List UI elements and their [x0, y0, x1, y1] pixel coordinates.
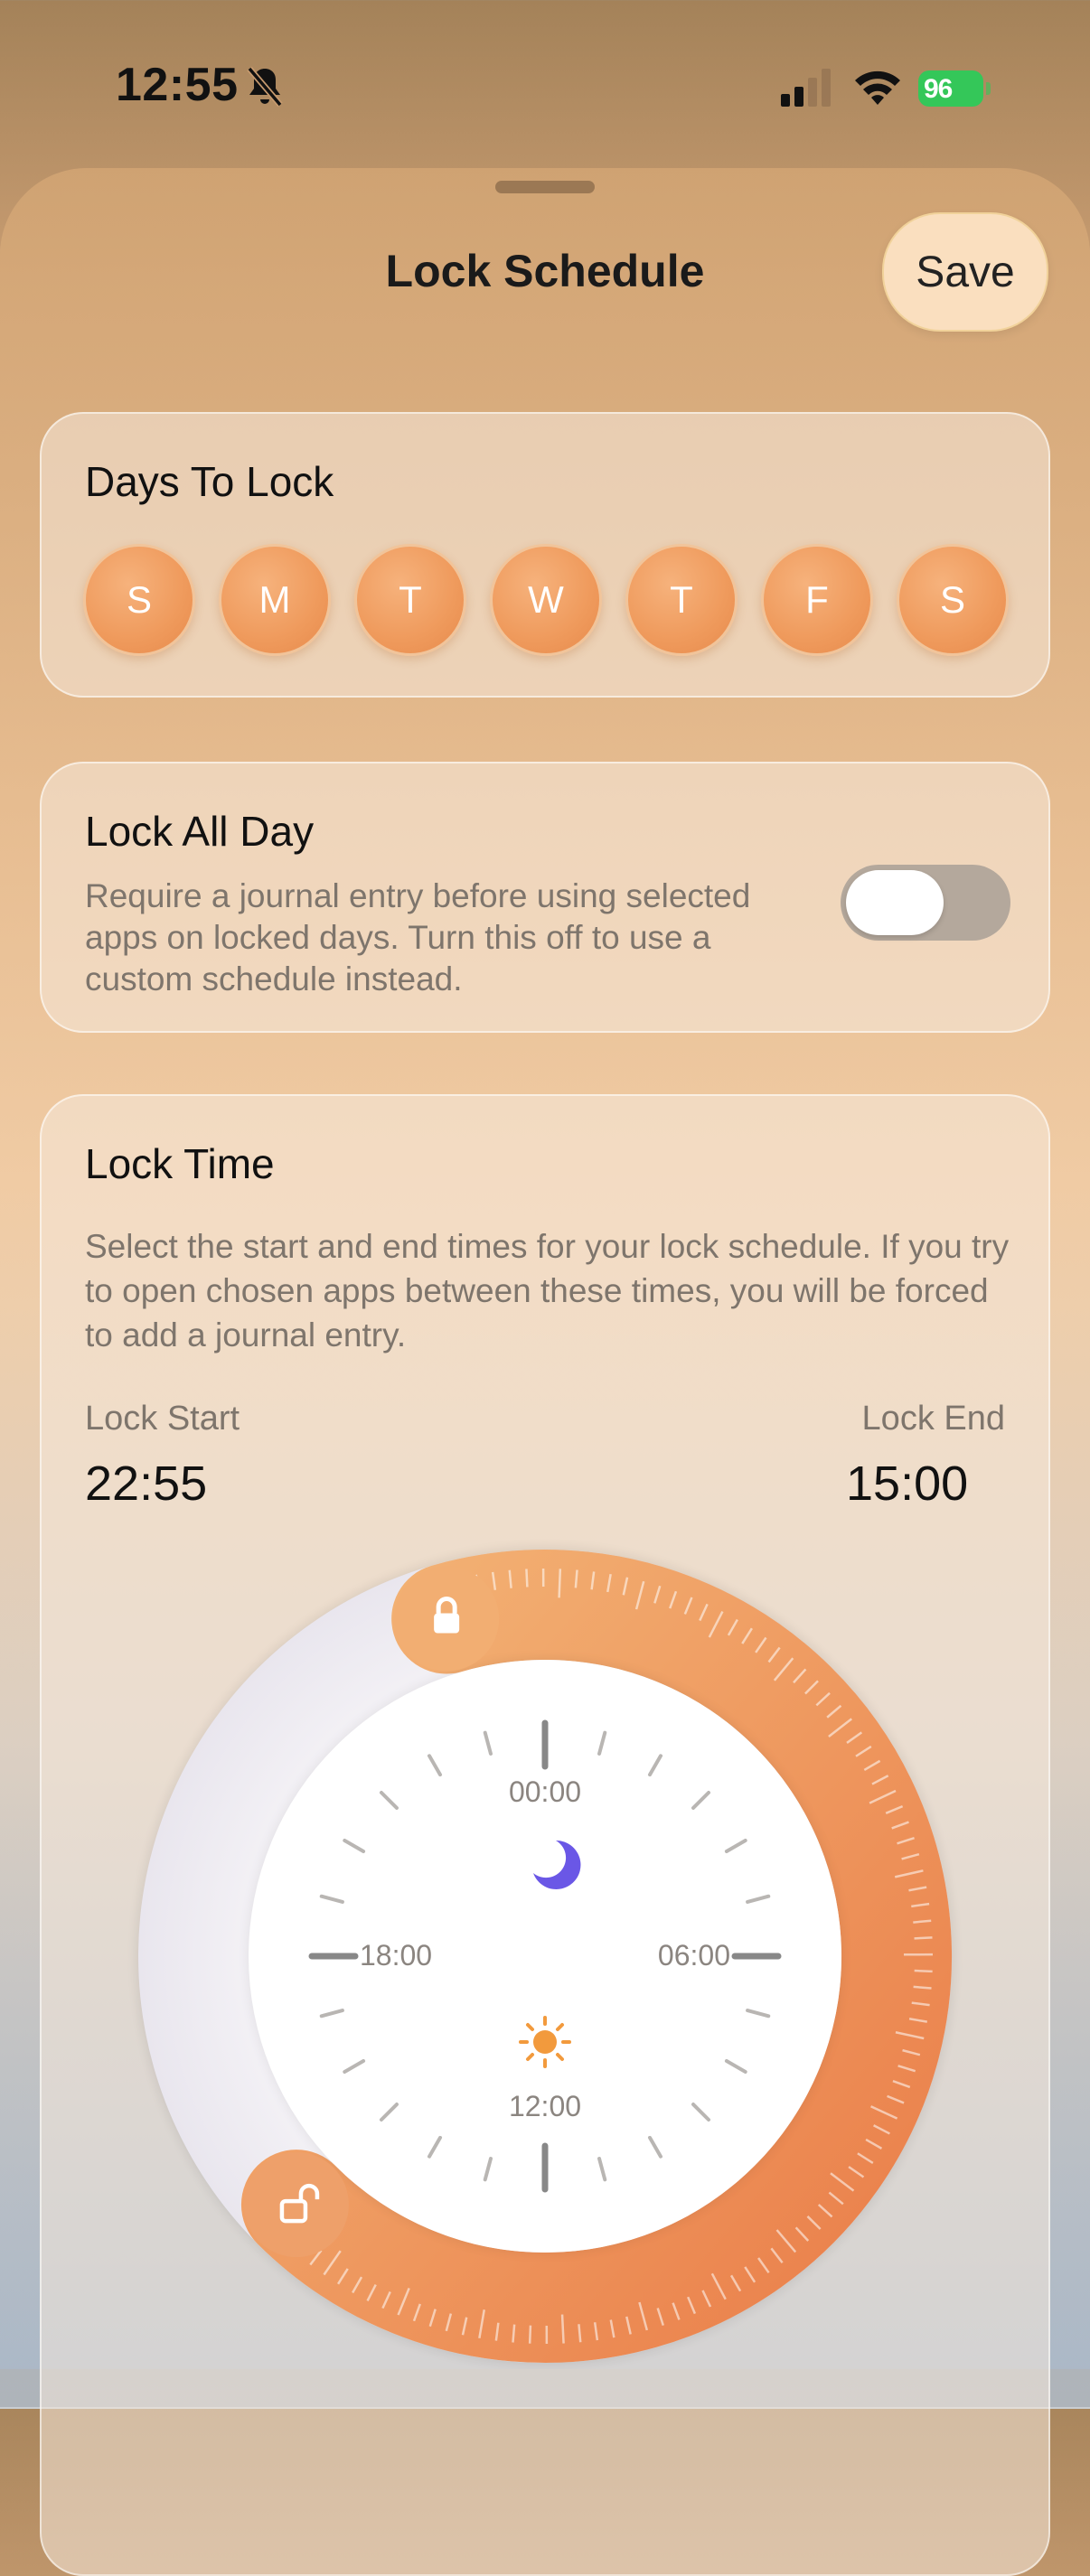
- lock-start-handle[interactable]: [394, 1567, 499, 1672]
- wifi-icon: [853, 65, 902, 105]
- lock-end-handle[interactable]: [244, 2152, 349, 2257]
- arc-tick: [576, 1569, 578, 1588]
- lock-time-description: Select the start and end times for your …: [85, 1224, 1025, 1357]
- day-toggle-saturday[interactable]: S: [897, 544, 1009, 656]
- status-time: 12:55: [116, 58, 239, 112]
- arc-tick: [914, 1987, 932, 1989]
- clock-label-12: 12:00: [509, 2090, 581, 2122]
- arc-tick: [526, 1569, 527, 1587]
- battery-indicator: 96: [918, 70, 991, 107]
- day-toggle-sunday[interactable]: S: [83, 544, 195, 656]
- clock-label-06: 06:00: [658, 1939, 730, 1972]
- cellular-signal-icon: [781, 69, 833, 107]
- sheet-grabber[interactable]: [495, 181, 595, 193]
- day-toggle-friday[interactable]: F: [761, 544, 873, 656]
- toggle-knob: [846, 870, 944, 935]
- save-button[interactable]: Save: [882, 212, 1048, 332]
- lock-all-day-card: Lock All Day Require a journal entry bef…: [40, 762, 1050, 1033]
- days-to-lock-card: Days To Lock S M T W T F S: [40, 412, 1050, 698]
- lock-all-day-description: Require a journal entry before using sel…: [85, 876, 826, 1000]
- lock-start-label: Lock Start: [85, 1400, 240, 1438]
- lock-all-day-toggle[interactable]: [841, 865, 1010, 941]
- arc-tick: [530, 2326, 531, 2344]
- sun-icon: [521, 2018, 569, 2066]
- lock-end-label: Lock End: [862, 1400, 1005, 1438]
- clock-label-00: 00:00: [509, 1775, 581, 1808]
- arc-tick: [915, 1971, 933, 1972]
- arc-tick: [512, 2325, 514, 2343]
- lock-start-value: 22:55: [85, 1456, 207, 1512]
- silent-bell-icon: [246, 65, 284, 108]
- day-toggle-tuesday[interactable]: T: [354, 544, 466, 656]
- day-selector: S M T W T F S: [83, 544, 1014, 656]
- arc-tick: [915, 1937, 933, 1938]
- arc-tick: [559, 1569, 560, 1597]
- battery-percent: 96: [924, 74, 952, 105]
- status-bar: 12:55 96: [0, 0, 1090, 172]
- lock-time-title: Lock Time: [85, 1139, 275, 1188]
- day-toggle-thursday[interactable]: T: [625, 544, 738, 656]
- day-toggle-monday[interactable]: M: [219, 544, 331, 656]
- days-to-lock-title: Days To Lock: [85, 457, 334, 506]
- clock-label-18: 18:00: [360, 1939, 432, 1972]
- day-toggle-wednesday[interactable]: W: [490, 544, 602, 656]
- arc-tick: [562, 2315, 564, 2344]
- lock-all-day-title: Lock All Day: [85, 807, 314, 856]
- lock-end-value: 15:00: [846, 1456, 968, 1512]
